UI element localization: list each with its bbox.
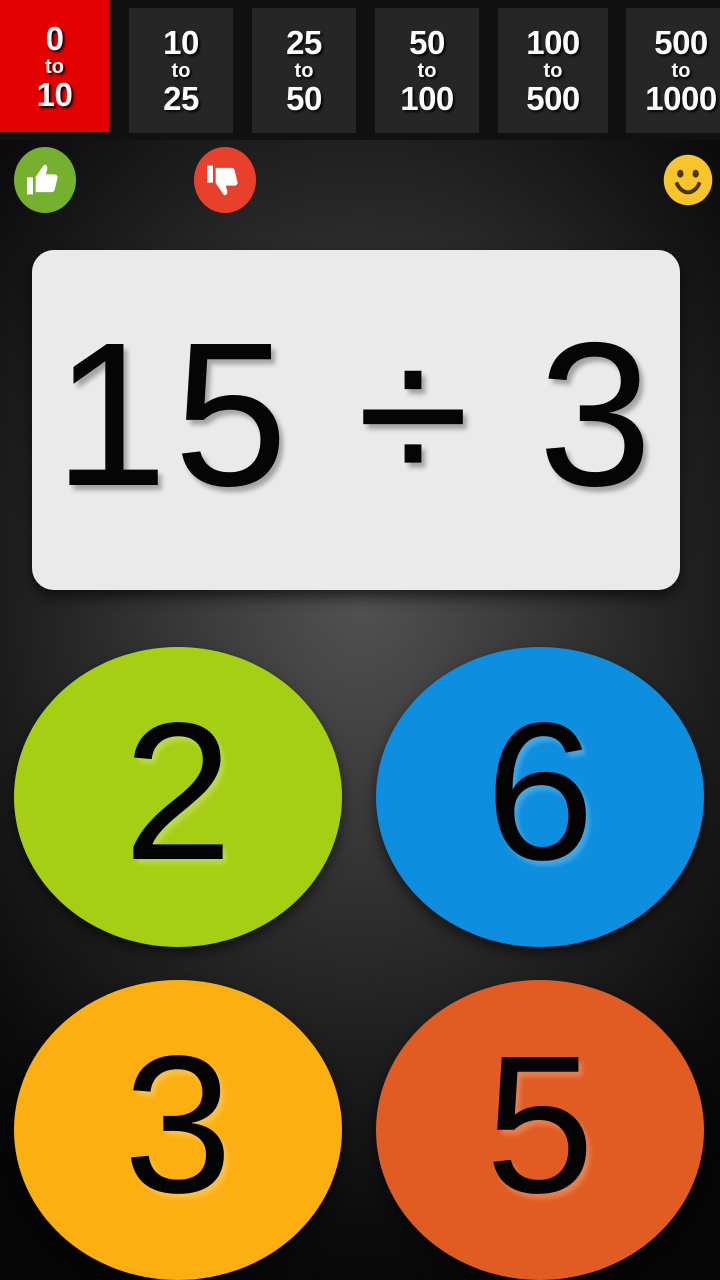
range-tab-lower-bound: 500 [654,24,708,61]
range-tab-connector: to [45,55,64,78]
range-tab-upper-bound: 10 [36,75,73,113]
score-status-bar [0,142,720,224]
question-expression: 15 ÷ 3 [53,299,659,529]
range-tab-upper-bound: 25 [163,80,199,117]
range-tab-connector: to [671,60,691,82]
range-tab-500-1000[interactable]: 500 to 1000 [626,8,720,133]
answer-value: 6 [485,682,595,901]
range-tab-25-50[interactable]: 25 to 50 [252,8,356,133]
answer-option-4[interactable]: 5 [376,980,704,1280]
range-tab-upper-bound: 1000 [645,80,717,117]
range-tab-connector: to [171,60,191,82]
answer-value: 2 [123,682,233,901]
range-tab-100-500[interactable]: 100 to 500 [498,8,608,133]
range-tab-0-10[interactable]: 0 to 10 [0,0,109,132]
range-tab-10-25[interactable]: 10 to 25 [129,8,233,133]
range-tab-lower-bound: 100 [526,24,580,61]
answer-option-2[interactable]: 6 [376,647,704,947]
answer-options-grid: 2 6 3 5 [0,645,720,1280]
thumbs-down-icon[interactable] [194,147,256,213]
range-tab-upper-bound: 500 [526,80,580,117]
smiley-face-icon[interactable] [657,147,719,213]
range-tab-lower-bound: 50 [409,24,445,61]
answer-option-3[interactable]: 3 [14,980,342,1280]
math-quiz-app: 0 to 10 10 to 25 25 to 50 50 to 100 100 … [0,0,720,1280]
range-tab-connector: to [543,60,563,82]
range-tab-50-100[interactable]: 50 to 100 [375,8,479,133]
number-range-tab-bar: 0 to 10 10 to 25 25 to 50 50 to 100 100 … [0,0,720,140]
range-tab-upper-bound: 100 [400,80,454,117]
answer-option-1[interactable]: 2 [14,647,342,947]
answer-value: 3 [123,1015,233,1234]
question-card: 15 ÷ 3 [32,250,680,590]
range-tab-lower-bound: 10 [163,24,199,61]
range-tab-connector: to [294,60,314,82]
range-tab-connector: to [417,60,437,82]
thumbs-up-icon[interactable] [14,147,76,213]
range-tab-lower-bound: 0 [45,19,64,57]
range-tab-upper-bound: 50 [286,80,322,117]
answer-value: 5 [485,1015,595,1234]
range-tab-lower-bound: 25 [286,24,322,61]
